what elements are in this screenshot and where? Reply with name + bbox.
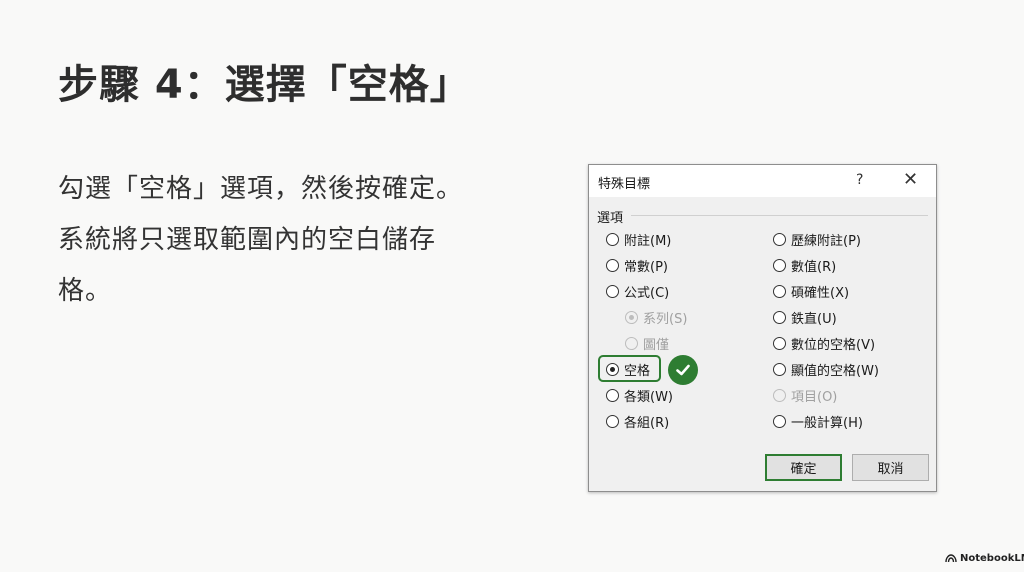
radio-label: 系列(S) bbox=[643, 311, 688, 327]
dialog-titlebar: 特殊目標 ? ✕ bbox=[589, 165, 936, 197]
close-icon[interactable]: ✕ bbox=[903, 169, 918, 190]
radio-button[interactable] bbox=[773, 284, 786, 298]
radio-button[interactable] bbox=[773, 414, 786, 428]
ok-button[interactable]: 確定 bbox=[765, 454, 842, 481]
options-group-label: 選項 bbox=[597, 211, 624, 226]
radio-button[interactable] bbox=[773, 258, 786, 272]
radio-option-visible-blanks[interactable]: 顯值的空格(W) bbox=[773, 359, 879, 379]
radio-option-blanks[interactable]: 空格 bbox=[606, 359, 650, 379]
cancel-button[interactable]: 取消 bbox=[852, 454, 929, 481]
radio-label: 碩確性(X) bbox=[791, 285, 850, 301]
radio-button[interactable] bbox=[606, 232, 619, 246]
radio-button[interactable] bbox=[606, 362, 619, 376]
radio-label: 各類(W) bbox=[624, 389, 673, 405]
special-target-dialog: 特殊目標 ? ✕ 選項 附註(M) 常數(P) 公式(C) 系列(S) 圖僅 空… bbox=[588, 164, 937, 492]
radio-label: 一般計算(H) bbox=[791, 415, 863, 431]
notebooklm-brand: NotebookLM bbox=[945, 553, 1024, 564]
radio-button[interactable] bbox=[606, 258, 619, 272]
radio-button[interactable] bbox=[773, 336, 786, 350]
radio-option-general-calc[interactable]: 一般計算(H) bbox=[773, 411, 863, 431]
radio-button[interactable] bbox=[773, 362, 786, 376]
radio-label: 圖僅 bbox=[643, 337, 670, 353]
radio-option-validation[interactable]: 碩確性(X) bbox=[773, 281, 849, 301]
radio-label: 顯值的空格(W) bbox=[791, 363, 879, 379]
slide-title: 步驟 4：選擇「空格」 bbox=[58, 62, 471, 108]
radio-option-column[interactable]: 鉄直(U) bbox=[773, 307, 837, 327]
radio-button[interactable] bbox=[773, 232, 786, 246]
radio-button bbox=[773, 388, 786, 402]
radio-label: 歷練附註(P) bbox=[791, 233, 861, 249]
help-button[interactable]: ? bbox=[856, 172, 863, 188]
radio-option-items: 項目(O) bbox=[773, 385, 837, 405]
radio-label: 鉄直(U) bbox=[791, 311, 837, 327]
radio-button[interactable] bbox=[606, 284, 619, 298]
notebooklm-logo-icon bbox=[945, 554, 957, 563]
radio-option-values[interactable]: 數值(R) bbox=[773, 255, 836, 275]
dialog-title: 特殊目標 bbox=[598, 177, 651, 192]
radio-option-row-differences[interactable]: 各類(W) bbox=[606, 385, 673, 405]
radio-label: 項目(O) bbox=[791, 389, 838, 405]
radio-option-disabled-sub: 圖僅 bbox=[625, 333, 669, 353]
radio-option-formulas[interactable]: 公式(C) bbox=[606, 281, 669, 301]
radio-option-comments[interactable]: 附註(M) bbox=[606, 229, 671, 249]
radio-option-history-comments[interactable]: 歷練附註(P) bbox=[773, 229, 861, 249]
radio-button[interactable] bbox=[606, 388, 619, 402]
radio-option-digit-blanks[interactable]: 數位的空格(V) bbox=[773, 333, 875, 353]
radio-button[interactable] bbox=[773, 310, 786, 324]
radio-button[interactable] bbox=[606, 414, 619, 428]
radio-label: 數值(R) bbox=[791, 259, 837, 275]
radio-option-groups[interactable]: 各組(R) bbox=[606, 411, 669, 431]
radio-label: 數位的空格(V) bbox=[791, 337, 876, 353]
radio-option-series: 系列(S) bbox=[625, 307, 687, 327]
radio-label: 常數(P) bbox=[624, 259, 668, 275]
radio-button bbox=[625, 310, 638, 324]
radio-label: 各組(R) bbox=[624, 415, 670, 431]
radio-label: 公式(C) bbox=[624, 285, 670, 301]
radio-label: 空格 bbox=[624, 363, 651, 379]
group-divider bbox=[631, 215, 928, 216]
checkmark-icon bbox=[668, 355, 698, 385]
radio-option-constants[interactable]: 常數(P) bbox=[606, 255, 668, 275]
brand-name: NotebookLM bbox=[960, 553, 1024, 564]
radio-label: 附註(M) bbox=[624, 233, 672, 249]
slide-body-text: 勾選「空格」選項，然後按確定。系統將只選取範圍內的空白儲存格。 bbox=[58, 174, 464, 306]
radio-button bbox=[625, 336, 638, 350]
